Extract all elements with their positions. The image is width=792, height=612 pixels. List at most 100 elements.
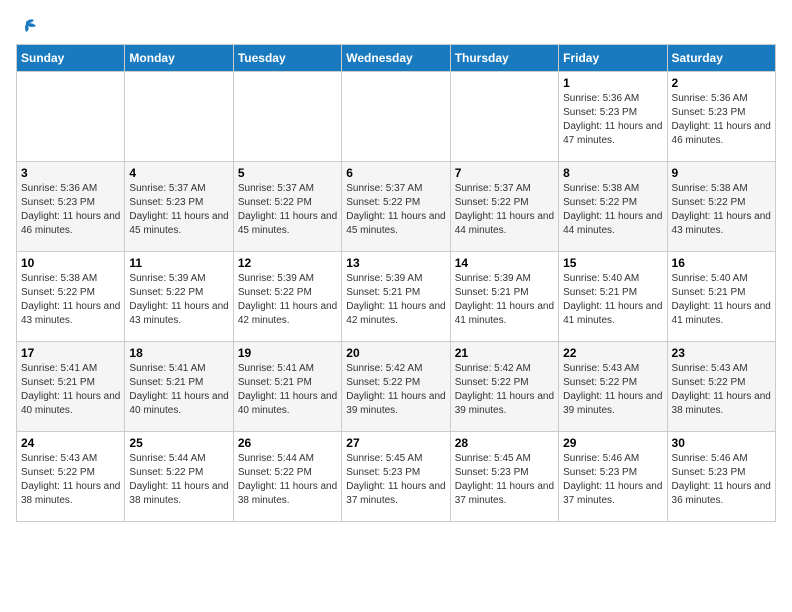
day-number: 29: [563, 436, 662, 450]
day-info: Sunrise: 5:36 AMSunset: 5:23 PMDaylight:…: [21, 182, 120, 238]
day-info: Sunrise: 5:39 AMSunset: 5:21 PMDaylight:…: [346, 272, 445, 328]
day-number: 12: [238, 256, 337, 270]
weekday-header-tuesday: Tuesday: [233, 44, 341, 71]
day-info: Sunrise: 5:42 AMSunset: 5:22 PMDaylight:…: [455, 362, 554, 418]
day-info: Sunrise: 5:37 AMSunset: 5:22 PMDaylight:…: [238, 182, 337, 238]
day-number: 10: [21, 256, 120, 270]
day-info: Sunrise: 5:36 AMSunset: 5:23 PMDaylight:…: [563, 92, 662, 148]
calendar-cell: 21 Sunrise: 5:42 AMSunset: 5:22 PMDayligh…: [450, 341, 558, 431]
calendar-cell: 19 Sunrise: 5:41 AMSunset: 5:21 PMDayligh…: [233, 341, 341, 431]
weekday-header-thursday: Thursday: [450, 44, 558, 71]
day-number: 4: [129, 166, 228, 180]
calendar-cell: 13 Sunrise: 5:39 AMSunset: 5:21 PMDayligh…: [342, 251, 450, 341]
day-info: Sunrise: 5:44 AMSunset: 5:22 PMDaylight:…: [238, 452, 337, 508]
day-info: Sunrise: 5:44 AMSunset: 5:22 PMDaylight:…: [129, 452, 228, 508]
day-number: 9: [672, 166, 771, 180]
day-info: Sunrise: 5:43 AMSunset: 5:22 PMDaylight:…: [563, 362, 662, 418]
day-info: Sunrise: 5:39 AMSunset: 5:22 PMDaylight:…: [238, 272, 337, 328]
calendar-cell: 2Sunrise: 5:36 AMSunset: 5:23 PMDaylight…: [667, 71, 775, 161]
logo-text: [16, 16, 38, 36]
calendar-cell: 25 Sunrise: 5:44 AMSunset: 5:22 PMDayligh…: [125, 431, 233, 521]
calendar-cell: [450, 71, 558, 161]
day-number: 5: [238, 166, 337, 180]
day-info: Sunrise: 5:38 AMSunset: 5:22 PMDaylight:…: [21, 272, 120, 328]
calendar-cell: [342, 71, 450, 161]
day-number: 8: [563, 166, 662, 180]
calendar-header: SundayMondayTuesdayWednesdayThursdayFrid…: [17, 44, 776, 71]
calendar-cell: 12 Sunrise: 5:39 AMSunset: 5:22 PMDayligh…: [233, 251, 341, 341]
day-info: Sunrise: 5:37 AMSunset: 5:22 PMDaylight:…: [455, 182, 554, 238]
day-number: 27: [346, 436, 445, 450]
day-info: Sunrise: 5:43 AMSunset: 5:22 PMDaylight:…: [21, 452, 120, 508]
day-info: Sunrise: 5:37 AMSunset: 5:23 PMDaylight:…: [129, 182, 228, 238]
day-number: 21: [455, 346, 554, 360]
day-number: 6: [346, 166, 445, 180]
calendar-cell: 10 Sunrise: 5:38 AMSunset: 5:22 PMDayligh…: [17, 251, 125, 341]
day-info: Sunrise: 5:40 AMSunset: 5:21 PMDaylight:…: [563, 272, 662, 328]
day-number: 30: [672, 436, 771, 450]
weekday-header-saturday: Saturday: [667, 44, 775, 71]
day-info: Sunrise: 5:43 AMSunset: 5:22 PMDaylight:…: [672, 362, 771, 418]
weekday-header-row: SundayMondayTuesdayWednesdayThursdayFrid…: [17, 44, 776, 71]
day-info: Sunrise: 5:38 AMSunset: 5:22 PMDaylight:…: [563, 182, 662, 238]
calendar-cell: 16 Sunrise: 5:40 AMSunset: 5:21 PMDayligh…: [667, 251, 775, 341]
calendar-cell: [125, 71, 233, 161]
calendar-cell: 27 Sunrise: 5:45 AMSunset: 5:23 PMDayligh…: [342, 431, 450, 521]
day-info: Sunrise: 5:41 AMSunset: 5:21 PMDaylight:…: [238, 362, 337, 418]
weekday-header-monday: Monday: [125, 44, 233, 71]
day-number: 23: [672, 346, 771, 360]
day-info: Sunrise: 5:46 AMSunset: 5:23 PMDaylight:…: [672, 452, 771, 508]
calendar-cell: 22 Sunrise: 5:43 AMSunset: 5:22 PMDayligh…: [559, 341, 667, 431]
calendar-cell: 20 Sunrise: 5:42 AMSunset: 5:22 PMDayligh…: [342, 341, 450, 431]
day-number: 25: [129, 436, 228, 450]
page-header: [16, 16, 776, 36]
calendar-cell: 29 Sunrise: 5:46 AMSunset: 5:23 PMDayligh…: [559, 431, 667, 521]
calendar-cell: 23 Sunrise: 5:43 AMSunset: 5:22 PMDayligh…: [667, 341, 775, 431]
calendar-cell: 8 Sunrise: 5:38 AMSunset: 5:22 PMDaylight…: [559, 161, 667, 251]
day-number: 15: [563, 256, 662, 270]
calendar-cell: 18 Sunrise: 5:41 AMSunset: 5:21 PMDayligh…: [125, 341, 233, 431]
day-number: 19: [238, 346, 337, 360]
calendar-week-3: 10 Sunrise: 5:38 AMSunset: 5:22 PMDayligh…: [17, 251, 776, 341]
day-info: Sunrise: 5:45 AMSunset: 5:23 PMDaylight:…: [455, 452, 554, 508]
calendar-cell: 14 Sunrise: 5:39 AMSunset: 5:21 PMDayligh…: [450, 251, 558, 341]
day-number: 13: [346, 256, 445, 270]
day-number: 14: [455, 256, 554, 270]
day-info: Sunrise: 5:37 AMSunset: 5:22 PMDaylight:…: [346, 182, 445, 238]
day-number: 17: [21, 346, 120, 360]
calendar-cell: 26 Sunrise: 5:44 AMSunset: 5:22 PMDayligh…: [233, 431, 341, 521]
weekday-header-wednesday: Wednesday: [342, 44, 450, 71]
weekday-header-sunday: Sunday: [17, 44, 125, 71]
day-number: 11: [129, 256, 228, 270]
day-info: Sunrise: 5:39 AMSunset: 5:22 PMDaylight:…: [129, 272, 228, 328]
day-info: Sunrise: 5:45 AMSunset: 5:23 PMDaylight:…: [346, 452, 445, 508]
day-number: 1: [563, 76, 662, 90]
calendar-cell: 4 Sunrise: 5:37 AMSunset: 5:23 PMDaylight…: [125, 161, 233, 251]
day-number: 3: [21, 166, 120, 180]
day-info: Sunrise: 5:39 AMSunset: 5:21 PMDaylight:…: [455, 272, 554, 328]
day-number: 2: [672, 76, 771, 90]
calendar-cell: 6 Sunrise: 5:37 AMSunset: 5:22 PMDaylight…: [342, 161, 450, 251]
calendar-cell: 24 Sunrise: 5:43 AMSunset: 5:22 PMDayligh…: [17, 431, 125, 521]
day-number: 7: [455, 166, 554, 180]
calendar-cell: [17, 71, 125, 161]
day-number: 24: [21, 436, 120, 450]
calendar-week-2: 3 Sunrise: 5:36 AMSunset: 5:23 PMDaylight…: [17, 161, 776, 251]
day-info: Sunrise: 5:41 AMSunset: 5:21 PMDaylight:…: [129, 362, 228, 418]
day-number: 22: [563, 346, 662, 360]
day-number: 16: [672, 256, 771, 270]
day-info: Sunrise: 5:40 AMSunset: 5:21 PMDaylight:…: [672, 272, 771, 328]
calendar-cell: [233, 71, 341, 161]
day-number: 26: [238, 436, 337, 450]
day-info: Sunrise: 5:38 AMSunset: 5:22 PMDaylight:…: [672, 182, 771, 238]
calendar-cell: 9 Sunrise: 5:38 AMSunset: 5:22 PMDaylight…: [667, 161, 775, 251]
day-number: 20: [346, 346, 445, 360]
calendar-cell: 1 Sunrise: 5:36 AMSunset: 5:23 PMDaylight…: [559, 71, 667, 161]
calendar-cell: 11 Sunrise: 5:39 AMSunset: 5:22 PMDayligh…: [125, 251, 233, 341]
day-number: 18: [129, 346, 228, 360]
logo: [16, 16, 38, 36]
day-info: Sunrise: 5:46 AMSunset: 5:23 PMDaylight:…: [563, 452, 662, 508]
calendar-cell: 15 Sunrise: 5:40 AMSunset: 5:21 PMDayligh…: [559, 251, 667, 341]
day-info: Sunrise: 5:42 AMSunset: 5:22 PMDaylight:…: [346, 362, 445, 418]
calendar-body: 1 Sunrise: 5:36 AMSunset: 5:23 PMDaylight…: [17, 71, 776, 521]
